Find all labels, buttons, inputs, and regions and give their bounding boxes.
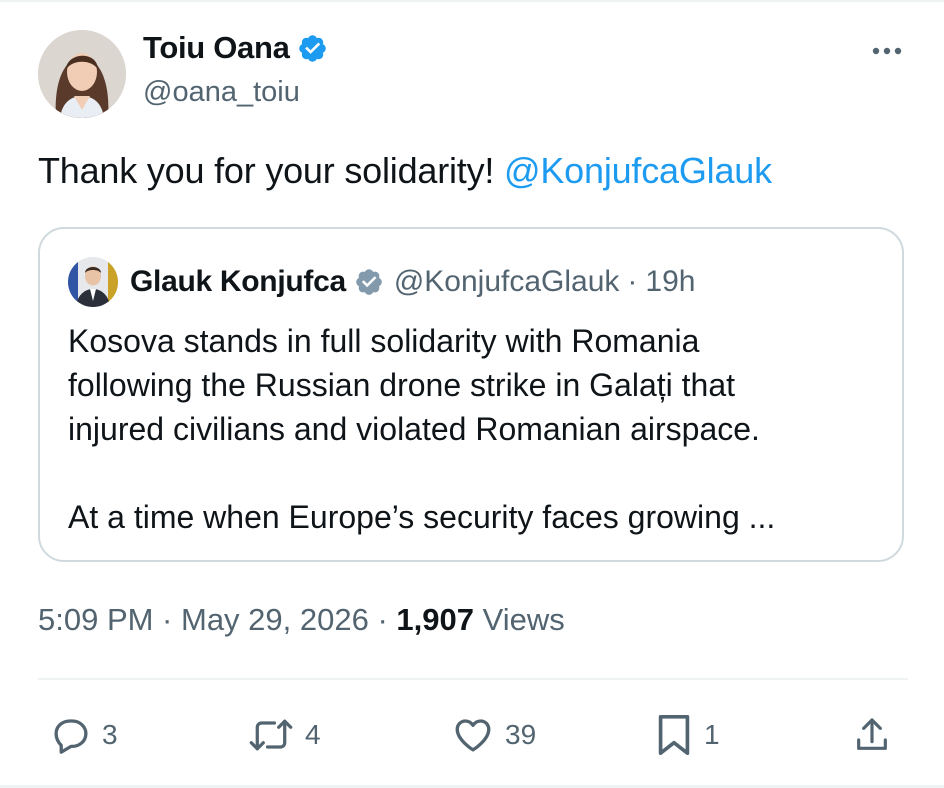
reply-count: 3 [102,719,118,750]
quoted-text-truncated: At a time when Europe’s security faces g… [68,499,776,535]
share-icon [852,714,892,756]
quoted-separator: · [627,265,638,298]
quoted-text-line: following the Russian drone strike in Ga… [68,367,736,403]
like-icon [451,714,495,756]
reply-button[interactable]: 3 [50,705,118,765]
quoted-timestamp[interactable]: 19h [645,265,695,299]
action-bar: 3 4 39 1 [0,705,944,765]
author-avatar[interactable] [38,30,126,118]
tweet-text: Thank you for your solidarity! @Konjufca… [38,150,772,192]
share-button[interactable] [852,705,892,765]
quoted-tweet-card[interactable]: Glauk Konjufca @KonjufcaGlauk · 19h Koso… [38,227,904,562]
retweet-count: 4 [305,719,321,750]
retweet-button[interactable]: 4 [247,705,321,765]
more-icon[interactable] [867,36,907,66]
views-count: 1,907 [396,602,474,637]
bookmark-button[interactable]: 1 [654,705,720,765]
author-display-name[interactable]: Toiu Oana [143,30,290,66]
author-name-row: Toiu Oana [143,30,328,66]
actions-divider [38,678,908,680]
tweet-text-body: Thank you for your solidarity! [38,150,505,191]
quoted-text-line: Kosova stands in full solidarity with Ro… [68,323,700,359]
tweet-timestamp[interactable]: 5:09 PM · May 29, 2026 · [38,602,396,637]
quoted-author-avatar [68,257,118,307]
verified-badge-icon[interactable] [297,33,328,64]
mention-link[interactable]: @KonjufcaGlauk [504,150,772,191]
quoted-tweet-body: Kosova stands in full solidarity with Ro… [68,319,888,539]
reply-icon [50,714,92,756]
gray-verified-badge-icon [354,267,384,297]
bookmark-icon [654,712,694,758]
quoted-author-handle[interactable]: @KonjufcaGlauk [394,265,620,299]
quoted-text-line: injured civilians and violated Romanian … [68,411,760,447]
bookmark-count: 1 [704,719,720,750]
retweet-icon [247,714,295,756]
author-handle[interactable]: @oana_toiu [143,76,300,109]
tweet-meta: 5:09 PM · May 29, 2026 · 1,907 Views [38,602,565,638]
like-count: 39 [505,719,537,750]
quoted-author-name[interactable]: Glauk Konjufca [130,265,346,299]
quoted-header: Glauk Konjufca @KonjufcaGlauk · 19h [130,265,695,299]
top-divider [0,0,944,2]
views-label: Views [473,602,565,637]
like-button[interactable]: 39 [451,705,536,765]
